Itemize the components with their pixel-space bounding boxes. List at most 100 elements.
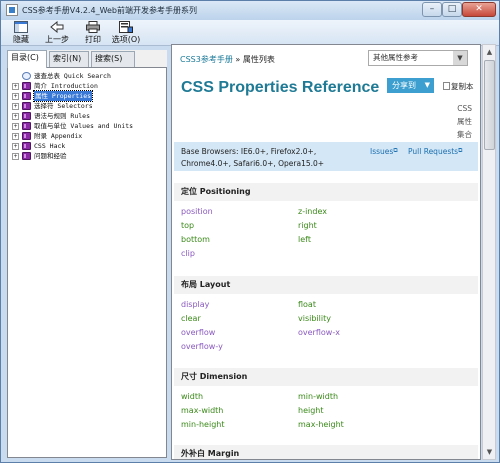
breadcrumb-bar: CSS3参考手册 » 属性列表 其他属性参考 ▼: [172, 45, 480, 71]
book-icon: [22, 132, 31, 140]
expand-toggle-icon[interactable]: +: [12, 93, 19, 100]
tree-item-label: CSS Hack: [34, 142, 66, 150]
toolbar: 隐藏 上一步 打印 选项(O): [1, 20, 499, 46]
property-link[interactable]: min-width: [298, 392, 338, 401]
property-link[interactable]: z-index: [298, 207, 327, 216]
base-browsers-text: Base Browsers: IE6.0+, Firefox2.0+, Chro…: [181, 146, 371, 170]
property-link[interactable]: left: [298, 235, 311, 244]
external-link-icon: ⧉: [393, 147, 398, 154]
dropdown-arrow-icon: ▼: [453, 51, 467, 65]
tree-item-label: 取值与单位 Values and Units: [34, 122, 134, 130]
app-window: CSS参考手册V4.2.4_Web前端开发参考手册系列 – □ ✕ 隐藏 上一步…: [0, 0, 500, 463]
property-link[interactable]: overflow-x: [298, 328, 340, 337]
expand-toggle-icon[interactable]: +: [12, 113, 19, 120]
expand-toggle-icon[interactable]: +: [12, 123, 19, 130]
tab-index[interactable]: 索引(N): [49, 51, 89, 67]
maximize-button[interactable]: □: [442, 2, 462, 17]
section-heading: 尺寸 Dimension: [174, 368, 478, 386]
hide-button[interactable]: 隐藏: [9, 20, 33, 46]
expand-toggle-icon[interactable]: +: [12, 143, 19, 150]
property-link[interactable]: bottom: [181, 235, 210, 244]
copy-icon: [443, 82, 450, 90]
scroll-up-arrow-icon[interactable]: ▲: [484, 46, 495, 58]
property-link[interactable]: overflow: [181, 328, 215, 337]
expand-toggle-icon[interactable]: +: [12, 83, 19, 90]
book-icon: [22, 152, 31, 160]
options-label: 选项(O): [111, 35, 141, 44]
property-link[interactable]: clip: [181, 249, 195, 258]
print-button[interactable]: 打印: [81, 20, 105, 46]
options-button[interactable]: 选项(O): [111, 20, 141, 46]
copy-link[interactable]: 复制本: [443, 81, 474, 92]
other-properties-value: 其他属性参考: [373, 53, 418, 62]
property-link[interactable]: top: [181, 221, 194, 230]
scroll-down-arrow-icon[interactable]: ▼: [484, 446, 495, 458]
vertical-scrollbar[interactable]: ▲ ▼: [482, 44, 496, 460]
copy-label: 复制本: [451, 82, 474, 91]
back-button[interactable]: 上一步: [43, 20, 71, 46]
breadcrumb-link[interactable]: CSS3参考手册: [180, 55, 233, 64]
property-link[interactable]: min-height: [181, 420, 224, 429]
book-icon: [22, 102, 31, 110]
share-button[interactable]: 分享到 ▼: [387, 78, 434, 93]
book-icon: [22, 92, 31, 100]
property-link[interactable]: overflow-y: [181, 342, 223, 351]
tab-search[interactable]: 搜索(S): [91, 51, 135, 67]
property-link[interactable]: max-width: [181, 406, 223, 415]
css-set-line: CSS: [457, 104, 472, 113]
pull-requests-link[interactable]: Pull Requests⧉: [408, 147, 462, 156]
section-heading: 布局 Layout: [174, 276, 478, 294]
back-label: 上一步: [45, 35, 69, 44]
tree-item-label: 语法与规则 Rules: [34, 112, 90, 120]
print-label: 打印: [85, 35, 101, 44]
minimize-button[interactable]: –: [422, 2, 442, 17]
breadcrumb-current: 属性列表: [242, 55, 275, 64]
share-dropdown-icon: ▼: [424, 81, 430, 89]
expand-toggle-icon[interactable]: +: [12, 133, 19, 140]
nav-tabs: 目录(C) 索引(N) 搜索(S): [7, 50, 167, 68]
tree-item-label: 选择符 Selectors: [34, 102, 93, 110]
content-pane: CSS3参考手册 » 属性列表 其他属性参考 ▼ CSS Properties …: [171, 44, 481, 460]
scrollbar-thumb[interactable]: [484, 60, 495, 150]
other-properties-select[interactable]: 其他属性参考 ▼: [368, 50, 468, 66]
pull-requests-label: Pull Requests: [408, 147, 459, 156]
page-icon: [22, 72, 31, 80]
base-browsers-bar: Base Browsers: IE6.0+, Firefox2.0+, Chro…: [174, 142, 478, 171]
book-icon: [22, 82, 31, 90]
browsers-line: Base Browsers: IE6.0+, Firefox2.0+,: [181, 147, 317, 156]
hide-label: 隐藏: [13, 35, 29, 44]
property-link[interactable]: clear: [181, 314, 201, 323]
external-link-icon: ⧉: [458, 147, 463, 154]
close-button[interactable]: ✕: [462, 2, 496, 17]
app-icon: [6, 4, 18, 16]
back-arrow-icon: [50, 20, 64, 34]
property-link[interactable]: right: [298, 221, 317, 230]
navigation-pane: 目录(C) 索引(N) 搜索(S) 速查总表 Quick Search + 简介 I…: [7, 50, 167, 458]
book-icon: [22, 112, 31, 120]
property-link[interactable]: visibility: [298, 314, 331, 323]
property-link[interactable]: height: [298, 406, 324, 415]
browsers-line: Chrome4.0+, Safari6.0+, Opera15.0+: [181, 159, 325, 168]
section-heading: 外补白 Margin: [174, 445, 478, 459]
contents-tree-panel: 速查总表 Quick Search + 简介 Introduction + 属性 Pro…: [7, 67, 167, 458]
section-heading: 定位 Positioning: [174, 183, 478, 201]
tree-item-label: 附录 Appendix: [34, 132, 83, 140]
css-set-label: CSS 属性 集合: [448, 102, 472, 141]
expand-toggle-icon[interactable]: +: [12, 103, 19, 110]
printer-icon: [86, 21, 100, 33]
property-link[interactable]: display: [181, 300, 209, 309]
property-link[interactable]: position: [181, 207, 213, 216]
property-link[interactable]: width: [181, 392, 203, 401]
tree-item-label: 属性 Properties: [32, 90, 94, 102]
tree-item-label: 简介 Introduction: [34, 82, 98, 90]
tab-contents[interactable]: 目录(C): [7, 50, 47, 68]
title-bar[interactable]: CSS参考手册V4.2.4_Web前端开发参考手册系列 – □ ✕: [1, 1, 499, 20]
property-link[interactable]: float: [298, 300, 316, 309]
css-set-line: 属性: [457, 117, 472, 126]
issues-link[interactable]: Issues⧉: [370, 147, 398, 156]
issues-label: Issues: [370, 147, 394, 156]
page-title: CSS Properties Reference: [181, 79, 380, 96]
window-title: CSS参考手册V4.2.4_Web前端开发参考手册系列: [22, 6, 198, 15]
expand-toggle-icon[interactable]: +: [12, 153, 19, 160]
property-link[interactable]: max-height: [298, 420, 344, 429]
